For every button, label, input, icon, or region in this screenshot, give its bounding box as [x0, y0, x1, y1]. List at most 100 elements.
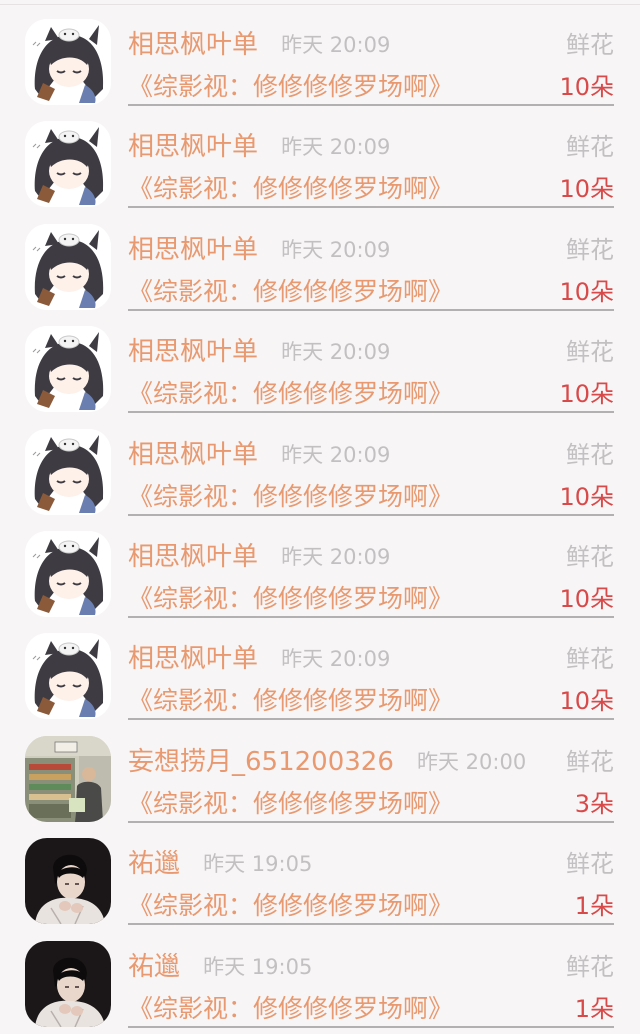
book-title[interactable]: 《综影视：修修修修罗场啊》: [128, 683, 453, 719]
record-header: 相思枫叶单 昨天 20:09 鲜花: [128, 230, 614, 270]
gift-type: 鲜花: [566, 747, 614, 776]
user-name[interactable]: 妄想捞月_651200326: [128, 742, 394, 782]
gift-type: 鲜花: [566, 31, 614, 59]
book-title[interactable]: 《综影视：修修修修罗场啊》: [128, 376, 453, 412]
record-header: 相思枫叶单 昨天 20:09 鲜花: [128, 435, 614, 475]
record-content: 相思枫叶单 昨天 20:09 鲜花 《综影视：修修修修罗场啊》 10朵: [128, 224, 614, 311]
timestamp: 昨天 19:05: [203, 954, 313, 979]
gift-count: 10朵: [559, 277, 614, 306]
book-title[interactable]: 《综影视：修修修修罗场啊》: [128, 69, 453, 105]
record-header: 相思枫叶单 昨天 20:09 鲜花: [128, 537, 614, 577]
book-title[interactable]: 《综影视：修修修修罗场啊》: [128, 888, 453, 924]
timestamp: 昨天 19:05: [203, 852, 313, 877]
gift-record-row[interactable]: 相思枫叶单 昨天 20:09 鲜花 《综影视：修修修修罗场啊》 10朵: [0, 107, 640, 209]
record-header: 祐邋 昨天 19:05 鲜花: [128, 844, 614, 884]
user-name[interactable]: 相思枫叶单: [128, 25, 258, 65]
record-detail: 《综影视：修修修修罗场啊》 10朵: [128, 376, 614, 412]
record-content: 相思枫叶单 昨天 20:09 鲜花 《综影视：修修修修罗场啊》 10朵: [128, 121, 614, 209]
record-content: 相思枫叶单 昨天 20:09 鲜花 《综影视：修修修修罗场啊》 10朵: [128, 429, 614, 516]
gift-record-row[interactable]: 妄想捞月_651200326 昨天 20:00 鲜花 《综影视：修修修修罗场啊》…: [0, 722, 640, 824]
gift-type: 鲜花: [566, 235, 614, 264]
gift-count: 1朵: [574, 892, 614, 921]
gift-record-row[interactable]: 相思枫叶单 昨天 20:09 鲜花 《综影视：修修修修罗场啊》 10朵: [0, 415, 640, 517]
timestamp: 昨天 20:09: [281, 647, 391, 672]
gift-type: 鲜花: [566, 133, 614, 162]
anime-avatar-icon[interactable]: [25, 530, 111, 617]
user-name[interactable]: 相思枫叶单: [128, 435, 258, 475]
gift-record-row[interactable]: 相思枫叶单 昨天 20:09 鲜花 《综影视：修修修修罗场啊》 10朵: [0, 5, 640, 107]
gift-count: 1朵: [574, 994, 614, 1023]
timestamp: 昨天 20:09: [281, 33, 391, 57]
photo-avatar-icon[interactable]: [25, 735, 111, 822]
record-header: 相思枫叶单 昨天 20:09 鲜花: [128, 332, 614, 372]
record-content: 相思枫叶单 昨天 20:09 鲜花 《综影视：修修修修罗场啊》 10朵: [128, 19, 614, 106]
record-detail: 《综影视：修修修修罗场啊》 10朵: [128, 683, 614, 719]
book-title[interactable]: 《综影视：修修修修罗场啊》: [128, 991, 453, 1027]
gift-count: 10朵: [559, 175, 614, 204]
gift-record-row[interactable]: 祐邋 昨天 19:05 鲜花 《综影视：修修修修罗场啊》 1朵: [0, 824, 640, 926]
timestamp: 昨天 20:09: [281, 544, 391, 569]
user-name[interactable]: 相思枫叶单: [128, 537, 258, 577]
gift-type: 鲜花: [566, 440, 614, 469]
user-name[interactable]: 相思枫叶单: [128, 230, 258, 270]
anime-avatar-icon[interactable]: [25, 633, 111, 720]
record-header: 妄想捞月_651200326 昨天 20:00 鲜花: [128, 742, 614, 782]
timestamp: 昨天 20:00: [416, 749, 527, 774]
gift-record-row[interactable]: 相思枫叶单 昨天 20:09 鲜花 《综影视：修修修修罗场啊》 10朵: [0, 619, 640, 721]
anime-avatar-icon[interactable]: [25, 121, 111, 208]
record-header: 祐邋 昨天 19:05 鲜花: [128, 947, 614, 987]
gift-record-row[interactable]: 相思枫叶单 昨天 20:09 鲜花 《综影视：修修修修罗场啊》 10朵: [0, 517, 640, 619]
record-content: 祐邋 昨天 19:05 鲜花 《综影视：修修修修罗场啊》 1朵: [128, 941, 614, 1028]
gift-record-row[interactable]: 相思枫叶单 昨天 20:09 鲜花 《综影视：修修修修罗场啊》 10朵: [0, 210, 640, 312]
gift-record-row[interactable]: 祐邋 昨天 19:05 鲜花 《综影视：修修修修罗场啊》 1朵: [0, 927, 640, 1029]
gift-count: 10朵: [559, 380, 614, 409]
timestamp: 昨天 20:09: [281, 237, 391, 262]
record-detail: 《综影视：修修修修罗场啊》 10朵: [128, 274, 614, 310]
record-detail: 《综影视：修修修修罗场啊》 3朵: [128, 786, 614, 822]
book-title[interactable]: 《综影视：修修修修罗场啊》: [128, 581, 453, 617]
record-content: 相思枫叶单 昨天 20:09 鲜花 《综影视：修修修修罗场啊》 10朵: [128, 633, 614, 721]
gift-type: 鲜花: [566, 542, 614, 571]
record-content: 妄想捞月_651200326 昨天 20:00 鲜花 《综影视：修修修修罗场啊》…: [128, 736, 614, 823]
anime-avatar-icon[interactable]: [25, 326, 111, 413]
book-title[interactable]: 《综影视：修修修修罗场啊》: [128, 274, 453, 310]
record-header: 相思枫叶单 昨天 20:09 鲜花: [128, 127, 614, 167]
book-title[interactable]: 《综影视：修修修修罗场啊》: [128, 786, 453, 822]
gift-count: 10朵: [559, 687, 614, 716]
gift-type: 鲜花: [566, 952, 614, 981]
record-detail: 《综影视：修修修修罗场啊》 10朵: [128, 69, 614, 105]
gift-type: 鲜花: [566, 850, 614, 879]
record-detail: 《综影视：修修修修罗场啊》 10朵: [128, 171, 614, 207]
user-name[interactable]: 相思枫叶单: [128, 127, 258, 167]
gift-count: 10朵: [559, 482, 614, 511]
record-header: 相思枫叶单 昨天 20:09 鲜花: [128, 25, 614, 65]
record-header: 相思枫叶单 昨天 20:09 鲜花: [128, 639, 614, 679]
record-detail: 《综影视：修修修修罗场啊》 10朵: [128, 581, 614, 617]
timestamp: 昨天 20:09: [281, 135, 391, 160]
user-name[interactable]: 相思枫叶单: [128, 639, 258, 679]
record-detail: 《综影视：修修修修罗场啊》 1朵: [128, 991, 614, 1027]
gift-record-row[interactable]: 相思枫叶单 昨天 20:09 鲜花 《综影视：修修修修罗场啊》 10朵: [0, 312, 640, 414]
user-name[interactable]: 祐邋: [128, 947, 180, 987]
gift-count: 3朵: [574, 789, 614, 818]
record-content: 相思枫叶单 昨天 20:09 鲜花 《综影视：修修修修罗场啊》 10朵: [128, 531, 614, 618]
timestamp: 昨天 20:09: [281, 340, 391, 365]
gift-record-list: 相思枫叶单 昨天 20:09 鲜花 《综影视：修修修修罗场啊》 10朵 相思枫叶…: [0, 5, 640, 1029]
user-name[interactable]: 相思枫叶单: [128, 332, 258, 372]
gift-count: 10朵: [559, 73, 614, 101]
gift-type: 鲜花: [566, 645, 614, 674]
timestamp: 昨天 20:09: [281, 442, 391, 467]
anime-avatar-icon[interactable]: [25, 223, 111, 310]
gift-count: 10朵: [559, 584, 614, 613]
book-title[interactable]: 《综影视：修修修修罗场啊》: [128, 171, 453, 207]
user-name[interactable]: 祐邋: [128, 844, 180, 884]
portrait-avatar-icon[interactable]: [25, 838, 111, 925]
gift-type: 鲜花: [566, 338, 614, 367]
anime-avatar-icon[interactable]: [25, 19, 111, 105]
portrait-avatar-icon[interactable]: [25, 940, 111, 1027]
record-content: 祐邋 昨天 19:05 鲜花 《综影视：修修修修罗场啊》 1朵: [128, 838, 614, 926]
record-content: 相思枫叶单 昨天 20:09 鲜花 《综影视：修修修修罗场啊》 10朵: [128, 326, 614, 414]
book-title[interactable]: 《综影视：修修修修罗场啊》: [128, 479, 453, 515]
anime-avatar-icon[interactable]: [25, 428, 111, 515]
record-detail: 《综影视：修修修修罗场啊》 1朵: [128, 888, 614, 924]
